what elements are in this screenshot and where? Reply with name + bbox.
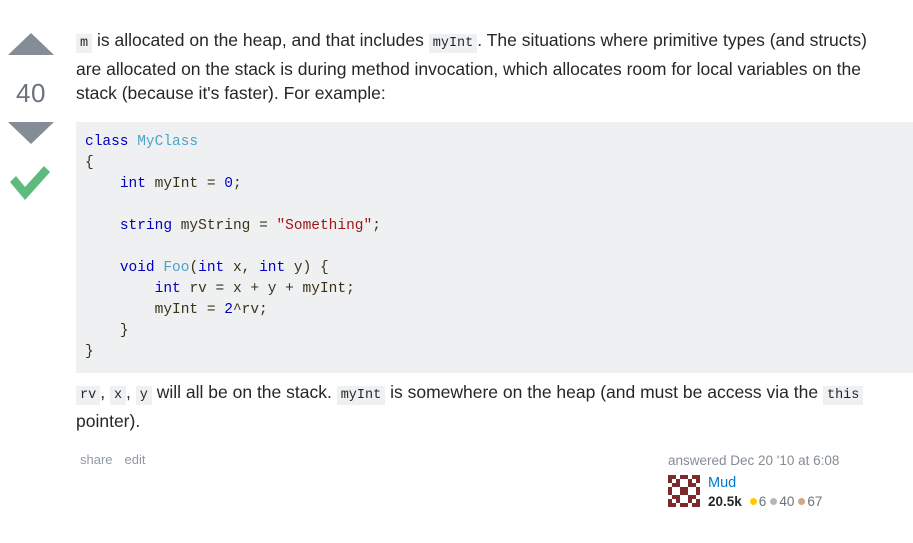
answered-timestamp: answered Dec 20 '10 at 6:08 xyxy=(668,453,840,468)
code-block-content: class MyClass { int myInt = 0; string my… xyxy=(85,134,381,360)
user-avatar-identicon[interactable] xyxy=(668,475,700,507)
inline-code-myint-2: myInt xyxy=(336,386,386,405)
share-link[interactable]: share xyxy=(80,452,113,467)
code-block: class MyClass { int myInt = 0; string my… xyxy=(76,122,913,373)
post-menu: share edit xyxy=(80,452,158,467)
gold-badge-number: 6 xyxy=(758,494,767,509)
user-card: Mud 20.5k 6 40 67 xyxy=(668,475,911,510)
gold-badge-dot-icon xyxy=(749,498,757,505)
gold-badge-count[interactable]: 6 xyxy=(749,494,767,510)
bronze-badge-number: 67 xyxy=(807,494,823,509)
post-signature: answered Dec 20 '10 at 6:08 Mud 20.5k 6 … xyxy=(668,452,911,510)
silver-badge-count[interactable]: 40 xyxy=(770,494,794,510)
vote-down-arrow-icon[interactable] xyxy=(8,122,54,144)
paragraph-2-text-1: will all be on the stack. xyxy=(151,382,337,402)
inline-code-this: this xyxy=(822,386,864,405)
bronze-badge-dot-icon xyxy=(798,498,806,505)
answer-paragraph-2: rv, x, y will all be on the stack. myInt… xyxy=(76,380,892,433)
user-details: Mud 20.5k 6 40 67 xyxy=(708,475,822,510)
silver-badge-dot-icon xyxy=(770,498,778,505)
inline-code-y: y xyxy=(135,386,152,405)
paragraph-2-sep-2: , xyxy=(126,382,136,402)
answer-post: 40 m is allocated on the heap, and that … xyxy=(0,0,913,543)
inline-code-x: x xyxy=(109,386,127,405)
answer-paragraph-1: m is allocated on the heap, and that inc… xyxy=(76,28,876,106)
inline-code-rv: rv xyxy=(76,386,101,405)
paragraph-2-text-3: pointer). xyxy=(76,410,141,431)
vote-cell: 40 xyxy=(0,0,62,543)
edit-link[interactable]: edit xyxy=(125,452,146,467)
bronze-badge-count[interactable]: 67 xyxy=(798,494,822,510)
vote-up-arrow-icon[interactable] xyxy=(8,33,54,55)
inline-code-myint: myInt xyxy=(428,34,478,53)
reputation-score: 20.5k xyxy=(708,494,742,509)
inline-code-m: m xyxy=(76,34,93,53)
paragraph-1-text-1: is allocated on the heap, and that inclu… xyxy=(92,30,429,50)
accepted-answer-checkmark-icon[interactable] xyxy=(7,163,53,203)
silver-badge-number: 40 xyxy=(779,494,795,509)
user-name-link[interactable]: Mud xyxy=(708,475,822,492)
user-flair: 20.5k 6 40 67 xyxy=(708,494,822,510)
vote-count: 40 xyxy=(16,78,46,108)
paragraph-2-sep-1: , xyxy=(100,382,110,402)
paragraph-2-text-2: is somewhere on the heap (and must be ac… xyxy=(385,382,823,402)
